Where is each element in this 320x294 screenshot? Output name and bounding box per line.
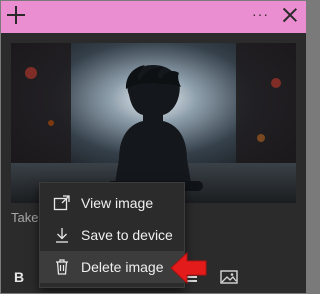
more-options-icon[interactable]: ··· xyxy=(252,7,270,21)
note-image[interactable] xyxy=(11,43,296,203)
red-arrow-annotation xyxy=(169,251,209,285)
plus-icon[interactable] xyxy=(7,6,25,24)
menu-item-label: View image xyxy=(81,195,154,211)
menu-item-label: Save to device xyxy=(81,227,173,243)
context-menu: View image Save to device Delete image xyxy=(39,182,185,288)
title-bar: ··· xyxy=(1,1,306,33)
note-text-preview[interactable]: Take xyxy=(11,210,38,225)
sticky-note-window: ··· Take B View image Save to device Del… xyxy=(1,1,306,293)
menu-item-save-to-device[interactable]: Save to device xyxy=(40,219,184,251)
close-icon[interactable] xyxy=(282,7,298,23)
bold-icon[interactable]: B xyxy=(14,269,24,285)
menu-item-view-image[interactable]: View image xyxy=(40,187,184,219)
menu-item-delete-image[interactable]: Delete image xyxy=(40,251,184,283)
trash-icon xyxy=(53,258,71,276)
menu-item-label: Delete image xyxy=(81,259,164,275)
insert-image-icon[interactable] xyxy=(220,270,238,284)
view-image-icon xyxy=(53,194,71,212)
download-icon xyxy=(53,226,71,244)
